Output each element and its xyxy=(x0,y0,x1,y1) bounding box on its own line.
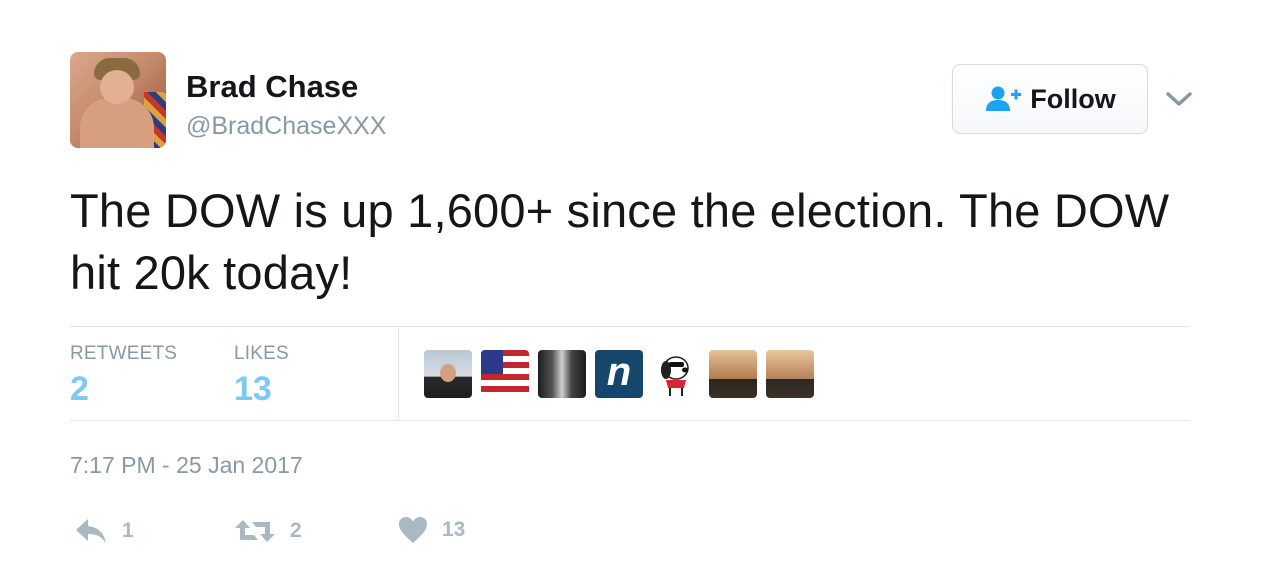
user-avatar[interactable] xyxy=(70,52,166,148)
retweet-icon xyxy=(235,520,275,542)
display-name[interactable]: Brad Chase xyxy=(186,68,358,106)
liker-avatar[interactable] xyxy=(652,350,700,398)
like-button[interactable]: 13 xyxy=(398,516,465,544)
heart-icon xyxy=(399,517,427,543)
divider-bottom xyxy=(70,420,1190,421)
likes-count[interactable]: 13 xyxy=(234,370,272,409)
chevron-down-icon[interactable] xyxy=(1164,86,1194,112)
follow-button-label: Follow xyxy=(1030,83,1116,114)
stats-divider xyxy=(398,328,399,420)
retweet-button[interactable]: 2 xyxy=(234,516,302,546)
retweet-count: 2 xyxy=(290,519,302,542)
tweet-text: The DOW is up 1,600+ since the election.… xyxy=(70,184,1170,299)
retweets-count[interactable]: 2 xyxy=(70,370,89,409)
liker-avatar[interactable] xyxy=(424,350,472,398)
reply-count: 1 xyxy=(122,519,134,542)
liker-avatars: n xyxy=(424,350,814,398)
reply-button[interactable]: 1 xyxy=(74,516,134,546)
reply-icon xyxy=(76,519,106,543)
follow-button[interactable]: Follow xyxy=(952,64,1148,134)
snoopy-icon xyxy=(661,356,689,396)
liker-avatar[interactable] xyxy=(709,350,757,398)
liker-avatar[interactable]: n xyxy=(595,350,643,398)
user-plus-icon xyxy=(986,86,1022,111)
user-handle[interactable]: @BradChaseXXX xyxy=(186,110,386,142)
like-count: 13 xyxy=(442,518,466,541)
likes-label[interactable]: LIKES xyxy=(234,343,289,365)
liker-avatar[interactable] xyxy=(538,350,586,398)
divider-top xyxy=(70,326,1190,327)
liker-avatar[interactable] xyxy=(481,350,529,398)
retweets-label[interactable]: RETWEETS xyxy=(70,343,177,365)
liker-avatar[interactable] xyxy=(766,350,814,398)
tweet-timestamp[interactable]: 7:17 PM - 25 Jan 2017 xyxy=(70,452,303,479)
